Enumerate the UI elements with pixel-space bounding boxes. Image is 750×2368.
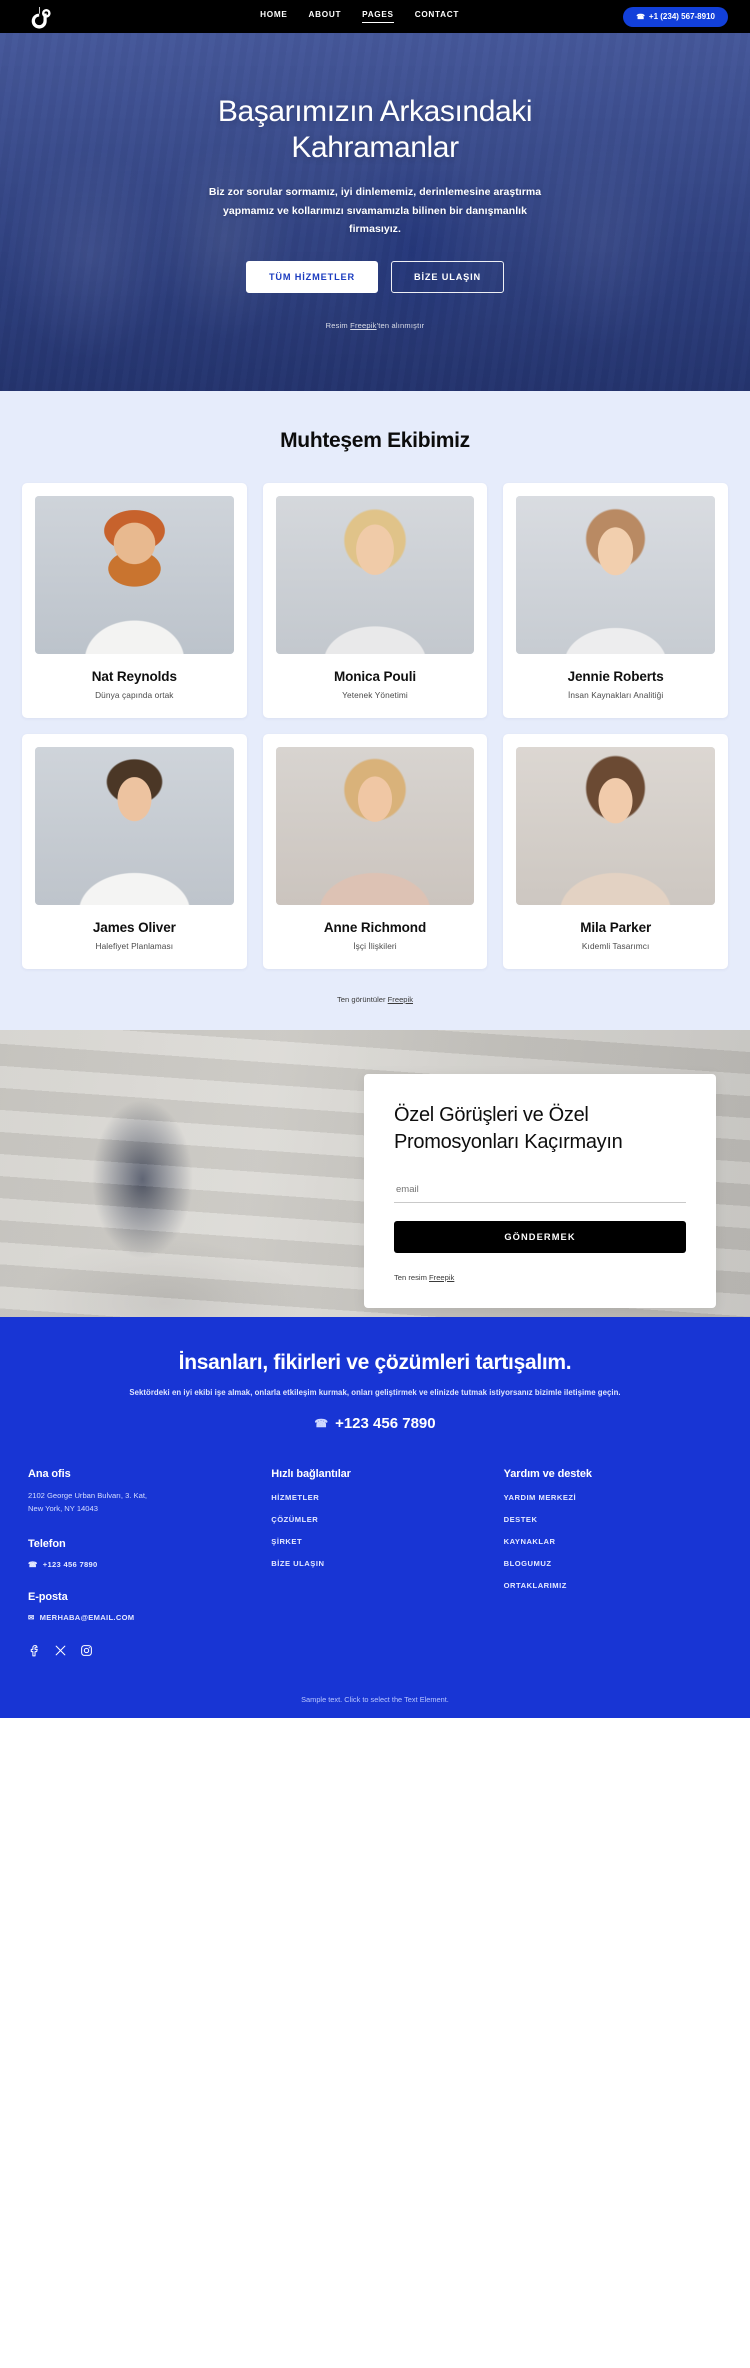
team-member-role: Halefiyet Planlaması <box>95 941 174 951</box>
team-member-role: Yetenek Yönetimi <box>342 690 408 700</box>
hero-buttons: TÜM HİZMETLER BİZE ULAŞIN <box>30 261 720 294</box>
team-member-name: James Oliver <box>92 920 176 935</box>
nav-links: HOME ABOUT PAGES CONTACT <box>220 10 459 23</box>
team-member-role: Kıdemli Tasarımcı <box>581 941 650 951</box>
hero-credit-link[interactable]: Freepik <box>350 321 376 330</box>
team-card[interactable]: James Oliver Halefiyet Planlaması <box>22 734 247 969</box>
hero-subtitle: Biz zor sorular sormamız, iyi dinlememiz… <box>208 186 542 236</box>
footer-office-address: 2102 George Urban Bulvarı, 3. Kat, New Y… <box>28 1491 148 1514</box>
team-member-name: Mila Parker <box>580 920 652 935</box>
instagram-icon[interactable] <box>80 1644 93 1657</box>
team-grid: Nat Reynolds Dünya çapında ortak Monica … <box>22 483 728 969</box>
team-card[interactable]: Monica Pouli Yetenek Yönetimi <box>262 483 488 718</box>
footer-phone-link[interactable]: ☎ +123 456 7890 <box>28 1560 257 1569</box>
footer-link-solutions[interactable]: ÇÖZÜMLER <box>271 1515 489 1524</box>
team-member-role: İşçi İlişkileri <box>353 941 397 951</box>
cta-title: İnsanları, fikirleri ve çözümleri tartış… <box>178 1351 572 1374</box>
submit-button[interactable]: GÖNDERMEK <box>394 1221 686 1253</box>
cta-subtitle: Sektördeki en iyi ekibi işe almak, onlar… <box>129 1388 621 1397</box>
cta-phone[interactable]: ☎ +123 456 7890 <box>22 1415 728 1432</box>
hero-image-credit: Resim Freepik'ten alınmıştır <box>30 321 720 330</box>
cta-section: İnsanları, fikirleri ve çözümleri tartış… <box>0 1317 750 1452</box>
hero-title-line-2: Kahramanlar <box>291 131 459 165</box>
team-member-photo <box>516 747 715 905</box>
cta-phone-label: +123 456 7890 <box>335 1415 436 1432</box>
footer-email-value: MERHABA@EMAIL.COM <box>39 1612 135 1622</box>
team-credit-link[interactable]: Freepik <box>388 995 413 1004</box>
team-member-name: Monica Pouli <box>333 669 417 684</box>
subscribe-section: Özel Görüşleri ve Özel Promosyonları Kaç… <box>0 1030 750 1317</box>
x-icon[interactable] <box>54 1644 67 1657</box>
hero-title: Başarımızın Arkasındaki Kahramanlar <box>160 94 590 167</box>
footer-link-support[interactable]: DESTEK <box>504 1515 722 1524</box>
footer-bottom-note: Sample text. Click to select the Text El… <box>301 1694 449 1704</box>
all-services-button[interactable]: TÜM HİZMETLER <box>245 261 379 294</box>
footer-link-contact[interactable]: BİZE ULAŞIN <box>271 1559 489 1568</box>
team-image-credit: Ten görüntüler Freepik <box>22 995 728 1004</box>
nav-link-pages[interactable]: PAGES <box>362 10 394 23</box>
team-member-photo <box>35 747 234 905</box>
top-navigation-bar: HOME ABOUT PAGES CONTACT ☎ +1 (234) 567-… <box>0 0 750 33</box>
team-section: Muhteşem Ekibimiz Nat Reynolds Dünya çap… <box>0 391 750 1030</box>
team-member-photo <box>35 496 234 654</box>
footer-quick-links-heading: Hızlı bağlantılar <box>271 1468 351 1480</box>
footer: Ana ofis 2102 George Urban Bulvarı, 3. K… <box>0 1452 750 1718</box>
phone-icon: ☎ <box>28 1559 38 1569</box>
footer-help-heading: Yardım ve destek <box>503 1468 592 1480</box>
subscribe-credit-prefix: Ten resim <box>394 1273 430 1282</box>
phone-icon: ☎ <box>314 1418 329 1430</box>
subscribe-card: Özel Görüşleri ve Özel Promosyonları Kaç… <box>364 1074 716 1308</box>
mail-icon: ✉ <box>28 1612 35 1622</box>
footer-link-help-center[interactable]: YARDIM MERKEZİ <box>504 1493 722 1502</box>
page-root: HOME ABOUT PAGES CONTACT ☎ +1 (234) 567-… <box>0 0 750 1718</box>
subscribe-title: Özel Görüşleri ve Özel Promosyonları Kaç… <box>394 1104 623 1153</box>
footer-link-blog[interactable]: BLOGUMUZ <box>504 1559 722 1568</box>
footer-help-column: Yardım ve destek YARDIM MERKEZİ DESTEK K… <box>504 1468 722 1657</box>
nav-link-about[interactable]: ABOUT <box>309 10 342 23</box>
team-member-role: İnsan Kaynakları Analitiği <box>568 690 664 700</box>
team-card[interactable]: Mila Parker Kıdemli Tasarımcı <box>503 734 728 969</box>
email-input[interactable] <box>394 1178 686 1203</box>
hero-credit-prefix: Resim <box>325 321 351 331</box>
phone-icon: ☎ <box>636 13 645 21</box>
footer-link-company[interactable]: ŞİRKET <box>271 1537 489 1546</box>
hero-credit-suffix: 'ten alınmıştır <box>376 321 425 331</box>
team-card[interactable]: Nat Reynolds Dünya çapında ortak <box>22 483 247 718</box>
header-phone-button[interactable]: ☎ +1 (234) 567-8910 <box>623 6 728 27</box>
footer-office-heading: Ana ofis <box>28 1468 71 1480</box>
footer-quick-links-column: Hızlı bağlantılar HİZMETLER ÇÖZÜMLER ŞİR… <box>271 1468 489 1657</box>
team-member-photo <box>275 496 475 654</box>
footer-email-heading: E-posta <box>28 1590 68 1603</box>
team-member-name: Anne Richmond <box>323 920 427 935</box>
footer-email-link[interactable]: ✉ MERHABA@EMAIL.COM <box>28 1613 257 1622</box>
footer-phone-value: +123 456 7890 <box>42 1559 98 1569</box>
nav-link-contact[interactable]: CONTACT <box>415 10 459 23</box>
team-member-name: Nat Reynolds <box>91 669 177 684</box>
team-member-photo <box>275 747 475 905</box>
hero-title-line-1: Başarımızın Arkasındaki <box>217 94 533 128</box>
team-heading: Muhteşem Ekibimiz <box>280 429 470 452</box>
subscribe-image-credit: Ten resim Freepik <box>394 1273 686 1282</box>
footer-link-resources[interactable]: KAYNAKLAR <box>504 1537 722 1546</box>
team-member-name: Jennie Roberts <box>567 669 664 684</box>
team-card[interactable]: Anne Richmond İşçi İlişkileri <box>262 734 488 969</box>
footer-phone-heading: Telefon <box>28 1537 66 1550</box>
nav-link-home[interactable]: HOME <box>260 10 287 23</box>
facebook-icon[interactable] <box>28 1644 41 1657</box>
logo-mark[interactable] <box>30 4 56 30</box>
team-credit-prefix: Ten görüntüler <box>337 995 388 1004</box>
header-phone-label: +1 (234) 567-8910 <box>648 12 715 21</box>
team-card[interactable]: Jennie Roberts İnsan Kaynakları Analitiğ… <box>503 483 728 718</box>
footer-contact-column: Ana ofis 2102 George Urban Bulvarı, 3. K… <box>28 1468 257 1657</box>
team-member-photo <box>516 496 715 654</box>
contact-us-button[interactable]: BİZE ULAŞIN <box>391 261 505 294</box>
footer-link-partners[interactable]: ORTAKLARIMIZ <box>504 1581 722 1590</box>
subscribe-credit-link[interactable]: Freepik <box>429 1273 454 1282</box>
footer-link-services[interactable]: HİZMETLER <box>271 1493 489 1502</box>
team-member-role: Dünya çapında ortak <box>95 690 174 700</box>
hero-section: Başarımızın Arkasındaki Kahramanlar Biz … <box>0 33 750 391</box>
footer-social-links <box>28 1644 257 1657</box>
